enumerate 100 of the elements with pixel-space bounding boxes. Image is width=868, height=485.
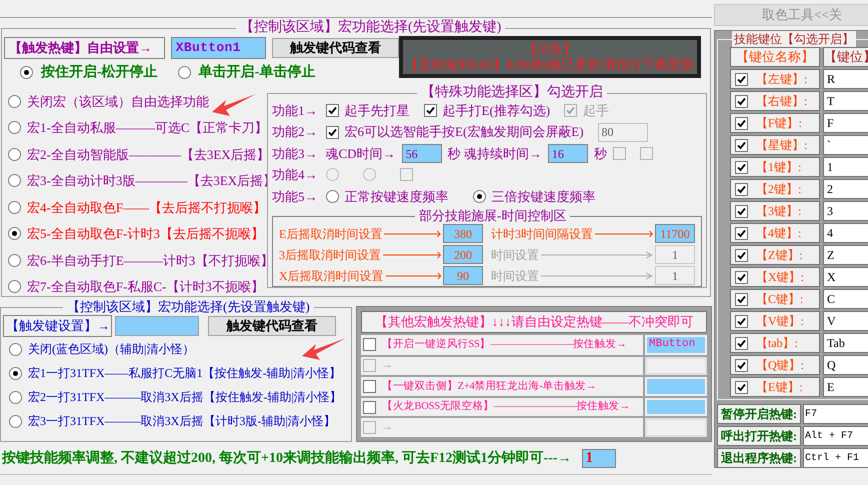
key-field[interactable]: Z bbox=[823, 245, 868, 265]
key-field[interactable]: V bbox=[823, 311, 868, 331]
radio-button[interactable] bbox=[9, 390, 22, 404]
macro-option-label: 宏5-全自动取色F-计时3【去后摇不扼喉】 bbox=[27, 225, 264, 243]
radio-button[interactable] bbox=[8, 174, 21, 188]
checkbox[interactable] bbox=[326, 104, 338, 118]
key-name: 【V键】: bbox=[756, 313, 804, 330]
checkbox[interactable] bbox=[735, 160, 748, 174]
group-title: 【控制该区域】宏功能选择(先设置触发键) bbox=[66, 300, 311, 314]
radio-button[interactable] bbox=[8, 227, 21, 240]
key-field[interactable]: X bbox=[823, 267, 868, 287]
notice-title: 【公告】 bbox=[524, 41, 576, 57]
radio-button[interactable] bbox=[8, 254, 21, 267]
checkbox[interactable] bbox=[735, 270, 748, 284]
hotkey-label: 【火龙BOSS无限空格】————————按住触发→ bbox=[382, 399, 630, 414]
checkbox[interactable] bbox=[424, 104, 436, 118]
hotkey-name: 退出程序热键: bbox=[717, 448, 801, 468]
key-name: 【左键】: bbox=[756, 71, 808, 88]
frequency-hint: 按键技能频率调整, 不建议超过200, 每次可+10来调技能输出频率, 可去F12测试1分钟即可---→ bbox=[2, 448, 572, 468]
option-label: 起手 bbox=[583, 102, 610, 120]
group-title: 【特殊功能选择区】勾选开启 bbox=[420, 86, 604, 100]
key-field[interactable]: T bbox=[823, 91, 868, 111]
radio-button[interactable] bbox=[8, 200, 21, 214]
radio-button[interactable] bbox=[8, 148, 21, 161]
radio-button[interactable] bbox=[8, 94, 21, 108]
checkbox[interactable] bbox=[363, 400, 376, 414]
checkbox[interactable] bbox=[735, 358, 748, 372]
radio-button[interactable] bbox=[326, 190, 338, 203]
checkbox[interactable] bbox=[735, 248, 748, 262]
macro-option-label: 关闭宏（该区域）自由选择功能 bbox=[27, 92, 209, 110]
key-field[interactable]: F bbox=[823, 113, 868, 133]
key-field[interactable]: 1 bbox=[823, 157, 868, 177]
radio-button[interactable] bbox=[9, 342, 22, 356]
key-code-button[interactable]: 触发键代码查看 bbox=[272, 38, 400, 58]
radio-button[interactable] bbox=[9, 414, 22, 428]
hotkey-field[interactable] bbox=[645, 377, 707, 396]
radio-button[interactable] bbox=[20, 66, 33, 78]
radio-button[interactable] bbox=[8, 121, 21, 134]
hotkey-field[interactable] bbox=[645, 356, 707, 376]
trigger-key-field[interactable]: XButton1 bbox=[170, 37, 266, 59]
key-field[interactable]: Tab bbox=[823, 333, 868, 353]
key-field[interactable]: R bbox=[823, 69, 868, 89]
trigger-key-field[interactable] bbox=[115, 316, 199, 336]
option-label: 正常按键速度频率 bbox=[344, 188, 448, 206]
checkbox[interactable] bbox=[326, 126, 338, 139]
checkbox[interactable] bbox=[735, 314, 748, 328]
checkbox[interactable] bbox=[735, 72, 748, 86]
key-name: 【1键】: bbox=[756, 159, 802, 176]
number-field[interactable]: 16 bbox=[548, 144, 588, 164]
key-field[interactable]: Q bbox=[823, 355, 868, 375]
key-code-button[interactable]: 触发键代码查看 bbox=[208, 316, 336, 336]
column-header: 【键位】 bbox=[823, 47, 868, 67]
macro-option-label: 宏1一打31TFX——私服打C无脑1【按住触发-辅助|清小怪】 bbox=[28, 365, 342, 382]
number-field[interactable]: 56 bbox=[402, 144, 442, 164]
macro-option-label: 宏6-半自动手打E———计时3【不打扼喉】 bbox=[27, 252, 274, 270]
checkbox[interactable] bbox=[735, 336, 748, 350]
hotkey-value-field[interactable]: Alt + F7 bbox=[803, 426, 868, 446]
key-name: 【F键】: bbox=[756, 115, 802, 132]
checkbox[interactable] bbox=[735, 94, 748, 108]
key-name: 【C键】: bbox=[756, 291, 804, 308]
radio-button[interactable] bbox=[472, 190, 486, 203]
key-field[interactable]: 3 bbox=[823, 201, 868, 221]
key-field[interactable]: 4 bbox=[823, 223, 868, 243]
key-field[interactable]: ` bbox=[823, 135, 868, 155]
checkbox[interactable] bbox=[735, 204, 748, 218]
timing-label: X后摇取消时间设置 bbox=[279, 268, 384, 285]
group-title: 技能键位【勾选开启】 bbox=[732, 31, 856, 47]
checkbox[interactable] bbox=[363, 380, 376, 393]
timing-label: 时间设置 bbox=[491, 246, 539, 264]
hotkey-label: 【一键双击侧】Z+4禁用狂龙出海-单击触发→ bbox=[382, 379, 596, 394]
key-field[interactable]: C bbox=[823, 289, 868, 309]
hotkey-field[interactable] bbox=[645, 398, 707, 416]
macro-option-label: 宏1-全自动私服———可选C【正常卡刀】 bbox=[27, 119, 268, 137]
radio-button[interactable] bbox=[9, 366, 22, 380]
key-field[interactable]: 2 bbox=[823, 179, 868, 199]
checkbox[interactable] bbox=[735, 138, 748, 152]
radio-button[interactable] bbox=[8, 280, 21, 294]
checkbox[interactable] bbox=[735, 116, 748, 130]
arrow-icon bbox=[383, 250, 441, 259]
hotkey-name: 呼出打开热键: bbox=[717, 426, 801, 446]
hotkey-value-field[interactable]: F7 bbox=[803, 404, 868, 424]
option-label: 三倍按键速度频率 bbox=[492, 188, 596, 206]
radio-button[interactable] bbox=[178, 66, 191, 78]
checkbox[interactable] bbox=[363, 338, 376, 351]
hotkey-label: → bbox=[382, 420, 392, 435]
notice-text: 【灵剑鬼剑8.09】8.09第9版已更新,请自行下载更新 bbox=[405, 57, 695, 73]
checkbox[interactable] bbox=[735, 226, 748, 240]
key-field[interactable]: E bbox=[823, 377, 868, 397]
checkbox[interactable] bbox=[735, 380, 748, 394]
key-name: 【tab】: bbox=[756, 335, 798, 352]
key-name: 【E键】: bbox=[756, 379, 803, 396]
checkbox[interactable] bbox=[735, 292, 748, 306]
checkbox[interactable] bbox=[735, 182, 748, 196]
macro-option-label: 宏7-全自动取色F-私服C-【计时3不扼喉】 bbox=[27, 278, 264, 296]
feature-label: 功能5→ bbox=[272, 188, 318, 206]
macro-option-label: 宏4-全自动取色F——【去后摇不打扼喉】 bbox=[27, 198, 266, 216]
hotkey-value-field[interactable]: Ctrl + F1 bbox=[803, 448, 868, 468]
hotkey-field[interactable] bbox=[645, 418, 707, 437]
macro-option-label: 宏3一打31TFX———取消3X后摇【计时3版-辅助|清小怪】 bbox=[28, 413, 336, 430]
hotkey-name: 暂停开启热键: bbox=[717, 404, 801, 424]
